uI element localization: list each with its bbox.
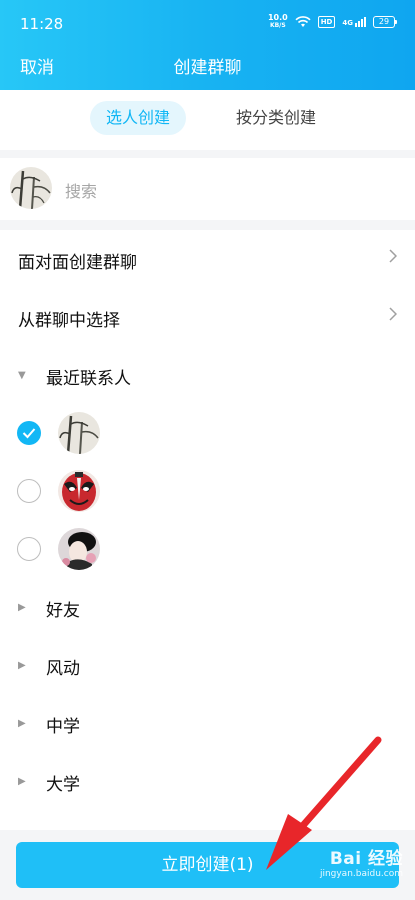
checkbox-unchecked[interactable] xyxy=(17,479,41,503)
group-label: 风动 xyxy=(46,659,80,679)
group-label: 好友 xyxy=(46,601,80,621)
wifi-icon xyxy=(295,16,311,27)
net-speed-unit: KB/S xyxy=(269,22,286,29)
option-label: 从群聊中选择 xyxy=(18,311,120,331)
triangle-down-icon: ▼ xyxy=(18,370,26,381)
recent-contacts-label: 最近联系人 xyxy=(46,369,131,389)
create-button-label: 立即创建(1) xyxy=(161,855,254,875)
net-speed: 10.0 KB/S xyxy=(268,14,288,30)
selected-avatar[interactable] xyxy=(10,167,52,209)
divider-band xyxy=(0,150,415,158)
contact-row[interactable] xyxy=(0,520,415,578)
status-time: 11:28 xyxy=(20,15,64,33)
net-speed-value: 10.0 xyxy=(267,13,288,22)
header-bar: 11:28 10.0 KB/S HD 4G 29 取消 创建群聊 xyxy=(0,0,415,90)
hd-icon: HD xyxy=(317,16,336,28)
contact-avatar xyxy=(58,412,100,454)
battery-icon: 29 xyxy=(373,16,397,28)
page-title: 创建群聊 xyxy=(173,58,242,78)
contact-avatar xyxy=(58,528,100,570)
contact-row[interactable] xyxy=(0,462,415,520)
recent-contacts-header[interactable]: ▼ 最近联系人 xyxy=(0,346,415,404)
divider-band xyxy=(0,220,415,230)
search-input[interactable]: 搜索 xyxy=(65,178,97,202)
tab-select-people[interactable]: 选人创建 xyxy=(90,101,187,135)
triangle-right-icon: ▶ xyxy=(18,718,26,729)
tab-by-category[interactable]: 按分类创建 xyxy=(220,101,332,135)
chevron-right-icon xyxy=(389,248,398,267)
checkbox-unchecked[interactable] xyxy=(17,537,41,561)
group-row-fengdong[interactable]: ▶ 风动 xyxy=(0,636,415,694)
option-from-group[interactable]: 从群聊中选择 xyxy=(0,288,415,346)
chevron-right-icon xyxy=(389,306,398,325)
group-label: 大学 xyxy=(46,775,80,795)
triangle-right-icon: ▶ xyxy=(18,776,26,787)
contact-row[interactable] xyxy=(0,404,415,462)
red-arrow-annotation xyxy=(266,736,382,870)
option-label: 面对面创建群聊 xyxy=(18,253,137,273)
contact-avatar xyxy=(58,470,100,512)
status-icons: 10.0 KB/S HD 4G 29 xyxy=(268,14,397,30)
group-row-friends[interactable]: ▶ 好友 xyxy=(0,578,415,636)
signal-icon: 4G xyxy=(342,17,366,27)
search-bar[interactable]: 搜索 xyxy=(0,158,415,220)
triangle-right-icon: ▶ xyxy=(18,660,26,671)
checkbox-checked[interactable] xyxy=(17,421,41,445)
option-face-to-face[interactable]: 面对面创建群聊 xyxy=(0,230,415,288)
group-label: 中学 xyxy=(46,717,80,737)
triangle-right-icon: ▶ xyxy=(18,602,26,613)
mode-tabs: 选人创建 按分类创建 xyxy=(0,90,415,150)
signal-type: 4G xyxy=(342,19,353,27)
status-bar: 11:28 10.0 KB/S HD 4G 29 xyxy=(0,0,415,40)
